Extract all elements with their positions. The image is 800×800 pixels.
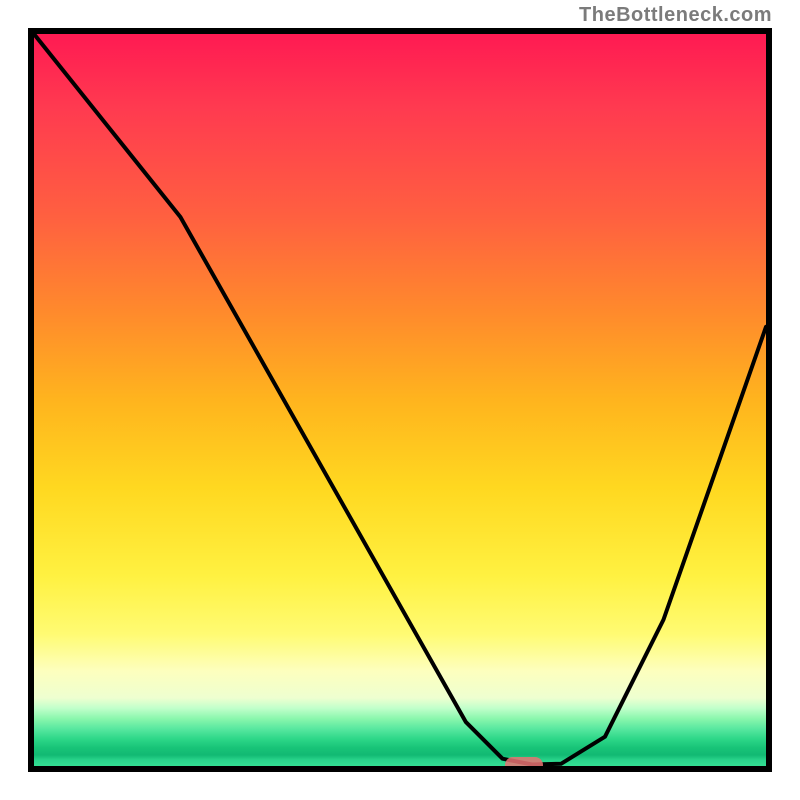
bottleneck-curve — [34, 34, 766, 765]
optimum-marker — [505, 757, 543, 772]
chart-frame — [28, 28, 772, 772]
watermark-text: TheBottleneck.com — [579, 4, 772, 27]
chart-svg — [34, 34, 766, 766]
